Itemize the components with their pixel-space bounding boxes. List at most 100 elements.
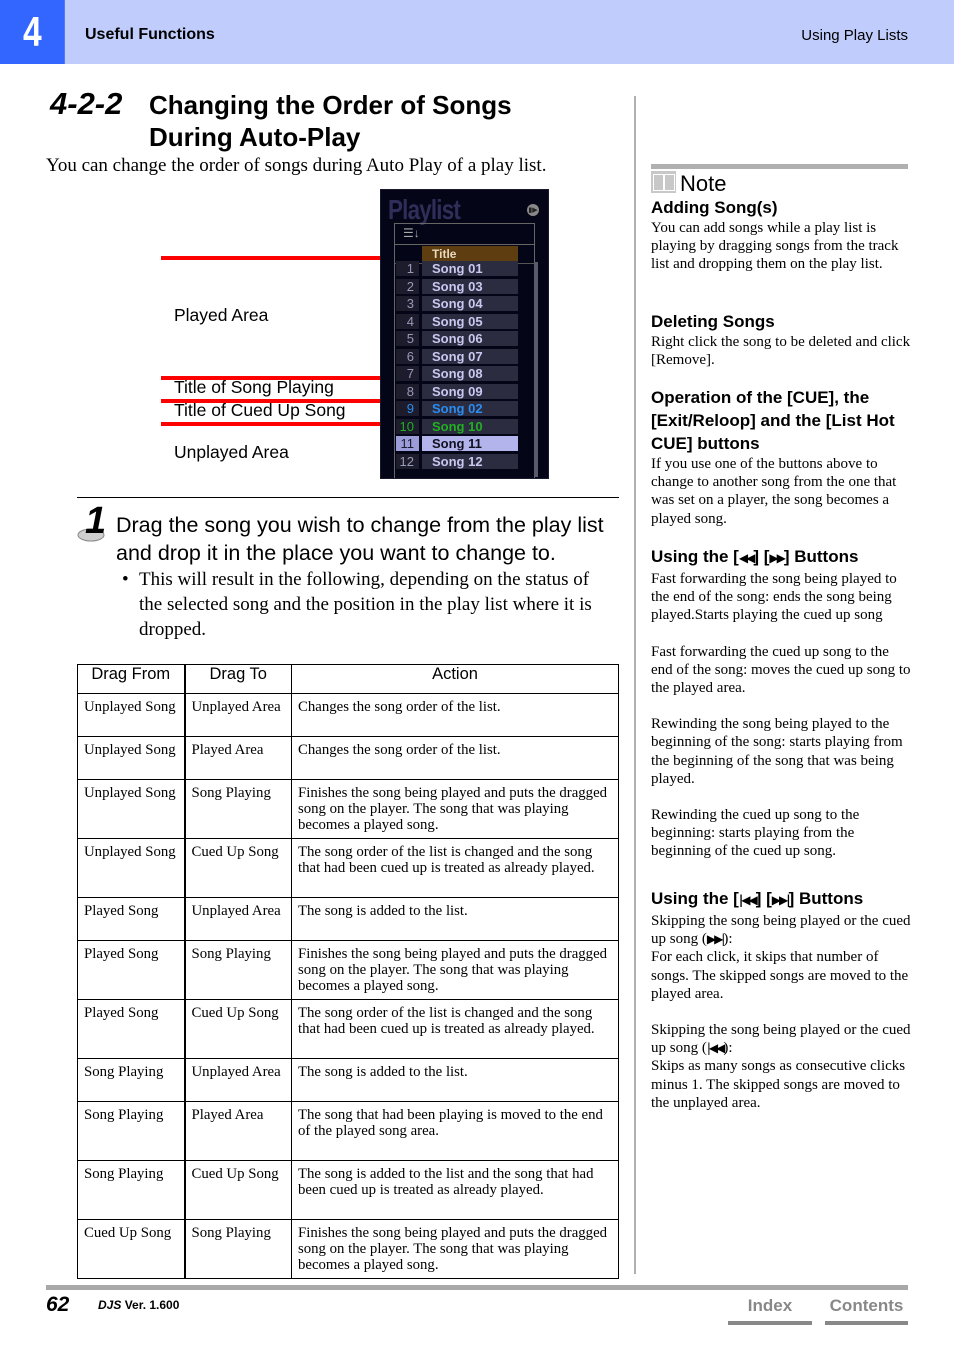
step-number: 1 <box>85 500 106 542</box>
playlist-title: Playlist <box>388 194 461 225</box>
playlist-row-number: 1 <box>396 261 419 276</box>
playlist-row[interactable]: 12 Song 12 <box>396 453 530 471</box>
cell-action: The song is added to the list and the so… <box>291 1160 619 1220</box>
index-link[interactable]: Index <box>728 1296 812 1325</box>
playlist-row[interactable]: 8 Song 09 <box>396 383 530 401</box>
step-number-icon: 1 <box>77 500 106 542</box>
playlist-row[interactable]: 1 Song 01 <box>396 260 530 278</box>
table-row: Played Song Cued Up Song The song order of… <box>77 999 619 1059</box>
page-title: Changing the Order of Songs During Auto-… <box>149 90 512 152</box>
note-paragraph: Fast forwarding the song being played to… <box>651 571 897 624</box>
note-deleting-songs: Deleting Songs Right click the song to b… <box>651 310 911 369</box>
sort-icon[interactable]: ☰↓ <box>403 226 420 241</box>
playlist-row-number: 12 <box>396 453 419 469</box>
contents-link[interactable]: Contents <box>825 1296 908 1325</box>
cell-drag-from: Cued Up Song <box>77 1219 186 1279</box>
table-row: Unplayed Song Played Area Changes the song… <box>77 736 619 780</box>
skip-forward-icon: ▶▶| <box>706 932 725 947</box>
playlist-row-title[interactable]: Song 02 <box>422 401 518 416</box>
label-unplayed-area: Unplayed Area <box>174 442 289 462</box>
table-row: Played Song Unplayed Area The song is adde… <box>77 897 619 941</box>
label-cued-up: Title of Cued Up Song <box>174 400 346 420</box>
bullet-dot: • <box>122 569 129 590</box>
playlist-row-number: 8 <box>396 383 419 399</box>
unplayed-area-line <box>161 422 401 426</box>
cell-action: Finishes the song being played and puts … <box>291 1219 619 1279</box>
section-name: Useful Functions <box>85 26 215 43</box>
playlist-row[interactable]: 9 Song 02 <box>396 400 530 418</box>
cell-drag-to: Cued Up Song <box>184 999 292 1059</box>
section-number: 4-2-2 <box>50 86 123 121</box>
footer-bar <box>46 1285 908 1290</box>
cell-action: The song order of the list is changed an… <box>291 838 619 898</box>
playlist-row-title[interactable]: Song 10 <box>422 418 518 434</box>
label-song-playing: Title of Song Playing <box>174 377 334 397</box>
cell-drag-from: Played Song <box>77 897 186 941</box>
page-number: 62 <box>46 1293 70 1316</box>
col-drag-from: Drag From <box>77 664 186 694</box>
note-ff-rew-buttons: Using the [◀◀] [▶▶] Buttons Fast forward… <box>651 545 911 861</box>
playlist-row-number: 3 <box>396 296 419 311</box>
table-row: Played Song Song Playing Finishes the song… <box>77 940 619 1000</box>
rewind-icon: ◀◀ <box>738 551 756 565</box>
playlist-row[interactable]: 11 Song 11 <box>396 435 530 453</box>
playlist-row-title[interactable]: Song 03 <box>422 278 518 294</box>
note-label: Note <box>680 171 727 196</box>
playlist-rows: 1 Song 01 2 Song 03 3 Song 04 4 Song 05 5 Song 06… <box>396 260 530 470</box>
played-area-top-line <box>161 256 401 260</box>
playlist-row[interactable]: 4 Song 05 <box>396 313 530 331</box>
label-played-area: Played Area <box>174 305 269 325</box>
cell-drag-to: Cued Up Song <box>184 1160 292 1220</box>
playlist-row-number: 7 <box>396 366 419 381</box>
playlist-row-title[interactable]: Song 05 <box>422 313 518 329</box>
note-heading: Adding Song(s) <box>651 198 778 217</box>
playlist-row[interactable]: 6 Song 07 <box>396 348 530 366</box>
skip-back-icon: |◀◀ <box>738 893 758 907</box>
playlist-row-title[interactable]: Song 12 <box>422 453 518 469</box>
note-heading: Using the [|◀◀] [▶▶|] Buttons <box>651 889 864 908</box>
fast-forward-icon: ▶▶ <box>769 551 786 565</box>
version-label: DJS Ver. 1.600 <box>98 1298 180 1312</box>
playlist-row[interactable]: 3 Song 04 <box>396 295 530 313</box>
step-divider <box>77 497 619 498</box>
cell-drag-from: Song Playing <box>77 1160 186 1220</box>
playlist-row[interactable]: 7 Song 08 <box>396 365 530 383</box>
table-row: Unplayed Song Unplayed Area Changes the so… <box>77 693 619 737</box>
playlist-row-number: 4 <box>396 313 419 329</box>
playlist-scrollbar[interactable] <box>534 262 538 477</box>
playlist-row-title[interactable]: Song 09 <box>422 383 518 399</box>
playlist-play-button[interactable]: ▮▶ <box>527 204 539 216</box>
playlist-row-title[interactable]: Song 06 <box>422 331 518 346</box>
cell-drag-from: Unplayed Song <box>77 838 186 898</box>
col-drag-to: Drag To <box>184 664 292 694</box>
playlist-row[interactable]: 2 Song 03 <box>396 278 530 296</box>
note-paragraph: Rewinding the song being played to the b… <box>651 716 903 787</box>
cell-drag-from: Unplayed Song <box>77 693 186 737</box>
playlist-row-title[interactable]: Song 08 <box>422 366 518 381</box>
note-bar <box>651 164 908 169</box>
table-row: Unplayed Song Cued Up Song The song order … <box>77 838 619 898</box>
cell-drag-from: Unplayed Song <box>77 779 186 839</box>
playlist-row-number: 5 <box>396 331 419 346</box>
playlist-row-title[interactable]: Song 07 <box>422 348 518 364</box>
playlist-row[interactable]: 5 Song 06 <box>396 330 530 348</box>
playlist-row-number: 9 <box>396 401 419 416</box>
cell-action: The song that had been playing is moved … <box>291 1101 619 1161</box>
cell-drag-from: Unplayed Song <box>77 736 186 780</box>
note-adding-songs: Adding Song(s) You can add songs while a… <box>651 196 911 274</box>
intro-text: You can change the order of songs during… <box>46 155 547 176</box>
playlist-row-title[interactable]: Song 11 <box>422 436 518 451</box>
playlist-row-number: 2 <box>396 278 419 294</box>
table-row: Song Playing Played Area The song that had… <box>77 1101 619 1161</box>
cell-drag-to: Unplayed Area <box>184 897 292 941</box>
playlist-row[interactable]: 10 Song 10 <box>396 418 530 436</box>
playlist-row-title[interactable]: Song 04 <box>422 296 518 311</box>
cell-drag-to: Song Playing <box>184 940 292 1000</box>
playlist-row-number: 6 <box>396 348 419 364</box>
playlist-row-title[interactable]: Song 01 <box>422 261 518 276</box>
cell-drag-from: Played Song <box>77 940 186 1000</box>
cell-drag-from: Played Song <box>77 999 186 1059</box>
topic-name: Using Play Lists <box>801 27 908 44</box>
cell-drag-to: Played Area <box>184 1101 292 1161</box>
table-row: Cued Up Song Song Playing Finishes the son… <box>77 1219 619 1279</box>
